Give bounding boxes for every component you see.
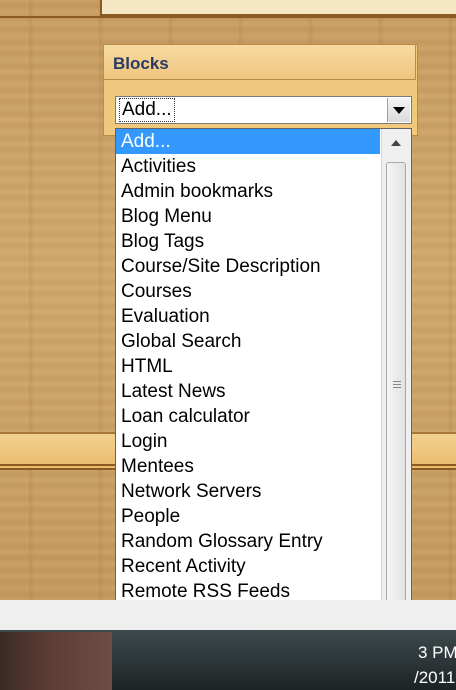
- blocks-title: Blocks: [113, 54, 169, 73]
- taskbar-clock-date[interactable]: /2011: [414, 668, 455, 688]
- option-list: Add... Activities Admin bookmarks Blog Menu…: [116, 129, 380, 629]
- taskbar-thumbnail[interactable]: [0, 632, 112, 690]
- dropdown-option[interactable]: Admin bookmarks: [116, 179, 380, 204]
- dropdown-option[interactable]: HTML: [116, 354, 380, 379]
- blocks-header: Blocks: [103, 44, 416, 80]
- dropdown-option[interactable]: Recent Activity: [116, 554, 380, 579]
- dropdown-option[interactable]: Login: [116, 429, 380, 454]
- divider: [0, 16, 456, 18]
- dropdown-option[interactable]: People: [116, 504, 380, 529]
- dropdown-option[interactable]: Random Glossary Entry: [116, 529, 380, 554]
- dropdown-option[interactable]: Blog Menu: [116, 204, 380, 229]
- dropdown-option[interactable]: Network Servers: [116, 479, 380, 504]
- scrollbar-thumb[interactable]: [386, 162, 406, 616]
- status-strip: [0, 600, 456, 630]
- dropdown-option[interactable]: Courses: [116, 279, 380, 304]
- taskbar-clock-time[interactable]: 3 PM: [418, 643, 456, 663]
- dropdown-option[interactable]: Add...: [116, 129, 380, 154]
- scroll-up-icon[interactable]: [388, 135, 404, 151]
- dropdown-option[interactable]: Latest News: [116, 379, 380, 404]
- dropdown-option[interactable]: Loan calculator: [116, 404, 380, 429]
- scrollbar-grip-icon: [393, 381, 401, 390]
- dropdown-option[interactable]: Evaluation: [116, 304, 380, 329]
- dropdown-option[interactable]: Mentees: [116, 454, 380, 479]
- dropdown-option[interactable]: Activities: [116, 154, 380, 179]
- dropdown-option[interactable]: Global Search: [116, 329, 380, 354]
- dropdown-option[interactable]: Blog Tags: [116, 229, 380, 254]
- top-panel-edge: [100, 0, 456, 16]
- dropdown-option[interactable]: Course/Site Description: [116, 254, 380, 279]
- add-block-select-value: Add...: [119, 98, 175, 122]
- add-block-select[interactable]: Add...: [115, 96, 412, 124]
- chevron-down-icon[interactable]: [387, 98, 410, 122]
